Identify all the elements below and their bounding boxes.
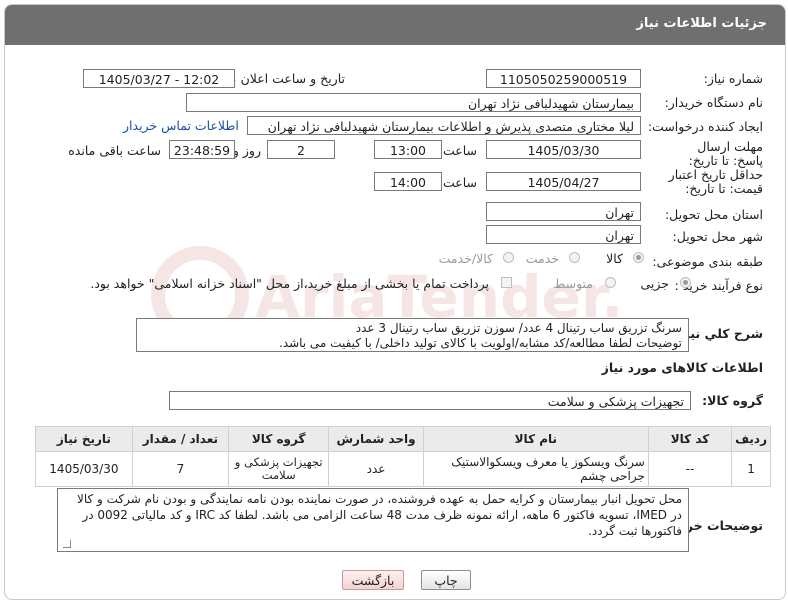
summary-line-1: سرنگ تزریق ساب رتینال 4 عدد/ سوزن تزریق …	[355, 321, 682, 335]
col-need-date: تاریخ نیاز	[35, 426, 133, 452]
days-and-label: روز و	[232, 143, 261, 158]
col-row: ردیف	[731, 426, 771, 452]
validity-time-field: 14:00	[374, 172, 442, 191]
resize-handle-icon[interactable]	[63, 540, 71, 548]
goods-info-heading: اطلاعات کالاهای مورد نیاز	[601, 360, 763, 375]
category-label: طبقه بندی موضوعی:	[652, 254, 763, 269]
purchase-radio-minor[interactable]	[680, 277, 691, 288]
price-validity-label: حداقل تاریخ اعتبار قیمت: تا تاریخ:	[668, 167, 763, 196]
delivery-province-label: استان محل تحویل:	[664, 207, 763, 222]
table-row: 1 -- سرنگ ویسکوز یا معرف ویسکوالاستیک جر…	[35, 451, 771, 487]
col-group: گروه کالا	[228, 426, 330, 452]
announce-datetime-field: 1405/03/27 - 12:02	[83, 69, 235, 88]
col-quantity: تعداد / مقدار	[131, 426, 230, 452]
buyer-org-field: بیمارستان شهیدلبافی نژاد تهران	[186, 93, 641, 112]
panel-header: جزئیات اطلاعات نیاز	[5, 5, 785, 45]
need-number-label: شماره نیاز:	[703, 71, 763, 86]
validity-date-field: 1405/04/27	[486, 172, 641, 191]
cell-code: --	[647, 451, 733, 487]
reply-days-field: 2	[267, 140, 335, 159]
goods-group-label: گروه کالا:	[702, 393, 763, 408]
reply-hour-label: ساعت	[442, 143, 477, 158]
delivery-city-label: شهر محل تحویل:	[672, 229, 763, 244]
col-name: نام کالا	[422, 426, 649, 452]
cell-row: 1	[731, 451, 771, 487]
buyer-notes-text: محل تحویل انبار بیمارستان و کرایه حمل به…	[77, 492, 682, 538]
remaining-time-field: 23:48:59	[169, 140, 235, 159]
cell-unit: عدد	[328, 451, 424, 487]
treasury-payment-note: پرداخت تمام یا بخشی از مبلغ خرید،از محل …	[90, 276, 489, 291]
need-number-field: 1105050259000519	[486, 69, 641, 88]
cell-quantity: 7	[131, 451, 230, 487]
category-radio-service[interactable]	[569, 252, 580, 263]
category-option-service: خدمت	[525, 251, 559, 266]
cell-group: تجهیزات پزشکی و سلامت	[228, 451, 330, 487]
treasury-payment-checkbox[interactable]	[501, 277, 512, 288]
panel-title: جزئیات اطلاعات نیاز	[636, 16, 767, 31]
cell-name: سرنگ ویسکوز یا معرف ویسکوالاستیک جراحی چ…	[422, 451, 649, 487]
hours-left-label: ساعت باقی مانده	[68, 143, 161, 158]
goods-table-header: ردیف کد کالا نام کالا واحد شمارش گروه کا…	[35, 426, 771, 452]
buyer-org-label: نام دستگاه خریدار:	[664, 95, 763, 110]
col-code: کد کالا	[647, 426, 733, 452]
reply-date-field: 1405/03/30	[486, 140, 641, 159]
category-option-goods-service: کالا/خدمت	[438, 251, 493, 266]
purchase-radio-medium[interactable]	[605, 277, 616, 288]
back-button[interactable]: بازگشت	[342, 570, 404, 590]
goods-group-field: تجهیزات پزشکی و سلامت	[169, 391, 691, 410]
delivery-province-field: تهران	[486, 202, 641, 221]
print-button[interactable]: چاپ	[421, 570, 471, 590]
goods-table: ردیف کد کالا نام کالا واحد شمارش گروه کا…	[35, 426, 771, 487]
validity-hour-label: ساعت	[442, 175, 477, 190]
cell-need-date: 1405/03/30	[35, 451, 133, 487]
summary-textarea: سرنگ تزریق ساب رتینال 4 عدد/ سوزن تزریق …	[136, 318, 689, 352]
requester-label: ایجاد کننده درخواست:	[647, 119, 763, 134]
purchase-option-medium: متوسط	[553, 276, 593, 291]
summary-line-2: توضیحات لطفا مطالعه/کد مشابه/اولویت با ک…	[278, 336, 682, 350]
purchase-option-minor: جزیی	[640, 276, 669, 291]
col-unit: واحد شمارش	[328, 426, 424, 452]
buyer-contact-link[interactable]: اطلاعات تماس خریدار	[123, 118, 239, 133]
reply-time-field: 13:00	[374, 140, 442, 159]
buyer-notes-textarea: محل تحویل انبار بیمارستان و کرایه حمل به…	[57, 488, 689, 552]
category-radio-goods[interactable]	[633, 252, 644, 263]
delivery-city-field: تهران	[486, 225, 641, 244]
details-panel: جزئیات اطلاعات نیاز AriaTender.net شماره…	[4, 4, 786, 600]
requester-field: لیلا مختاری متصدی پذیرش و اطلاعات بیمارس…	[247, 116, 641, 135]
reply-deadline-label: مهلت ارسال پاسخ: تا تاریخ:	[688, 139, 763, 168]
category-option-goods: کالا	[606, 251, 623, 266]
category-radio-goods-service[interactable]	[503, 252, 514, 263]
